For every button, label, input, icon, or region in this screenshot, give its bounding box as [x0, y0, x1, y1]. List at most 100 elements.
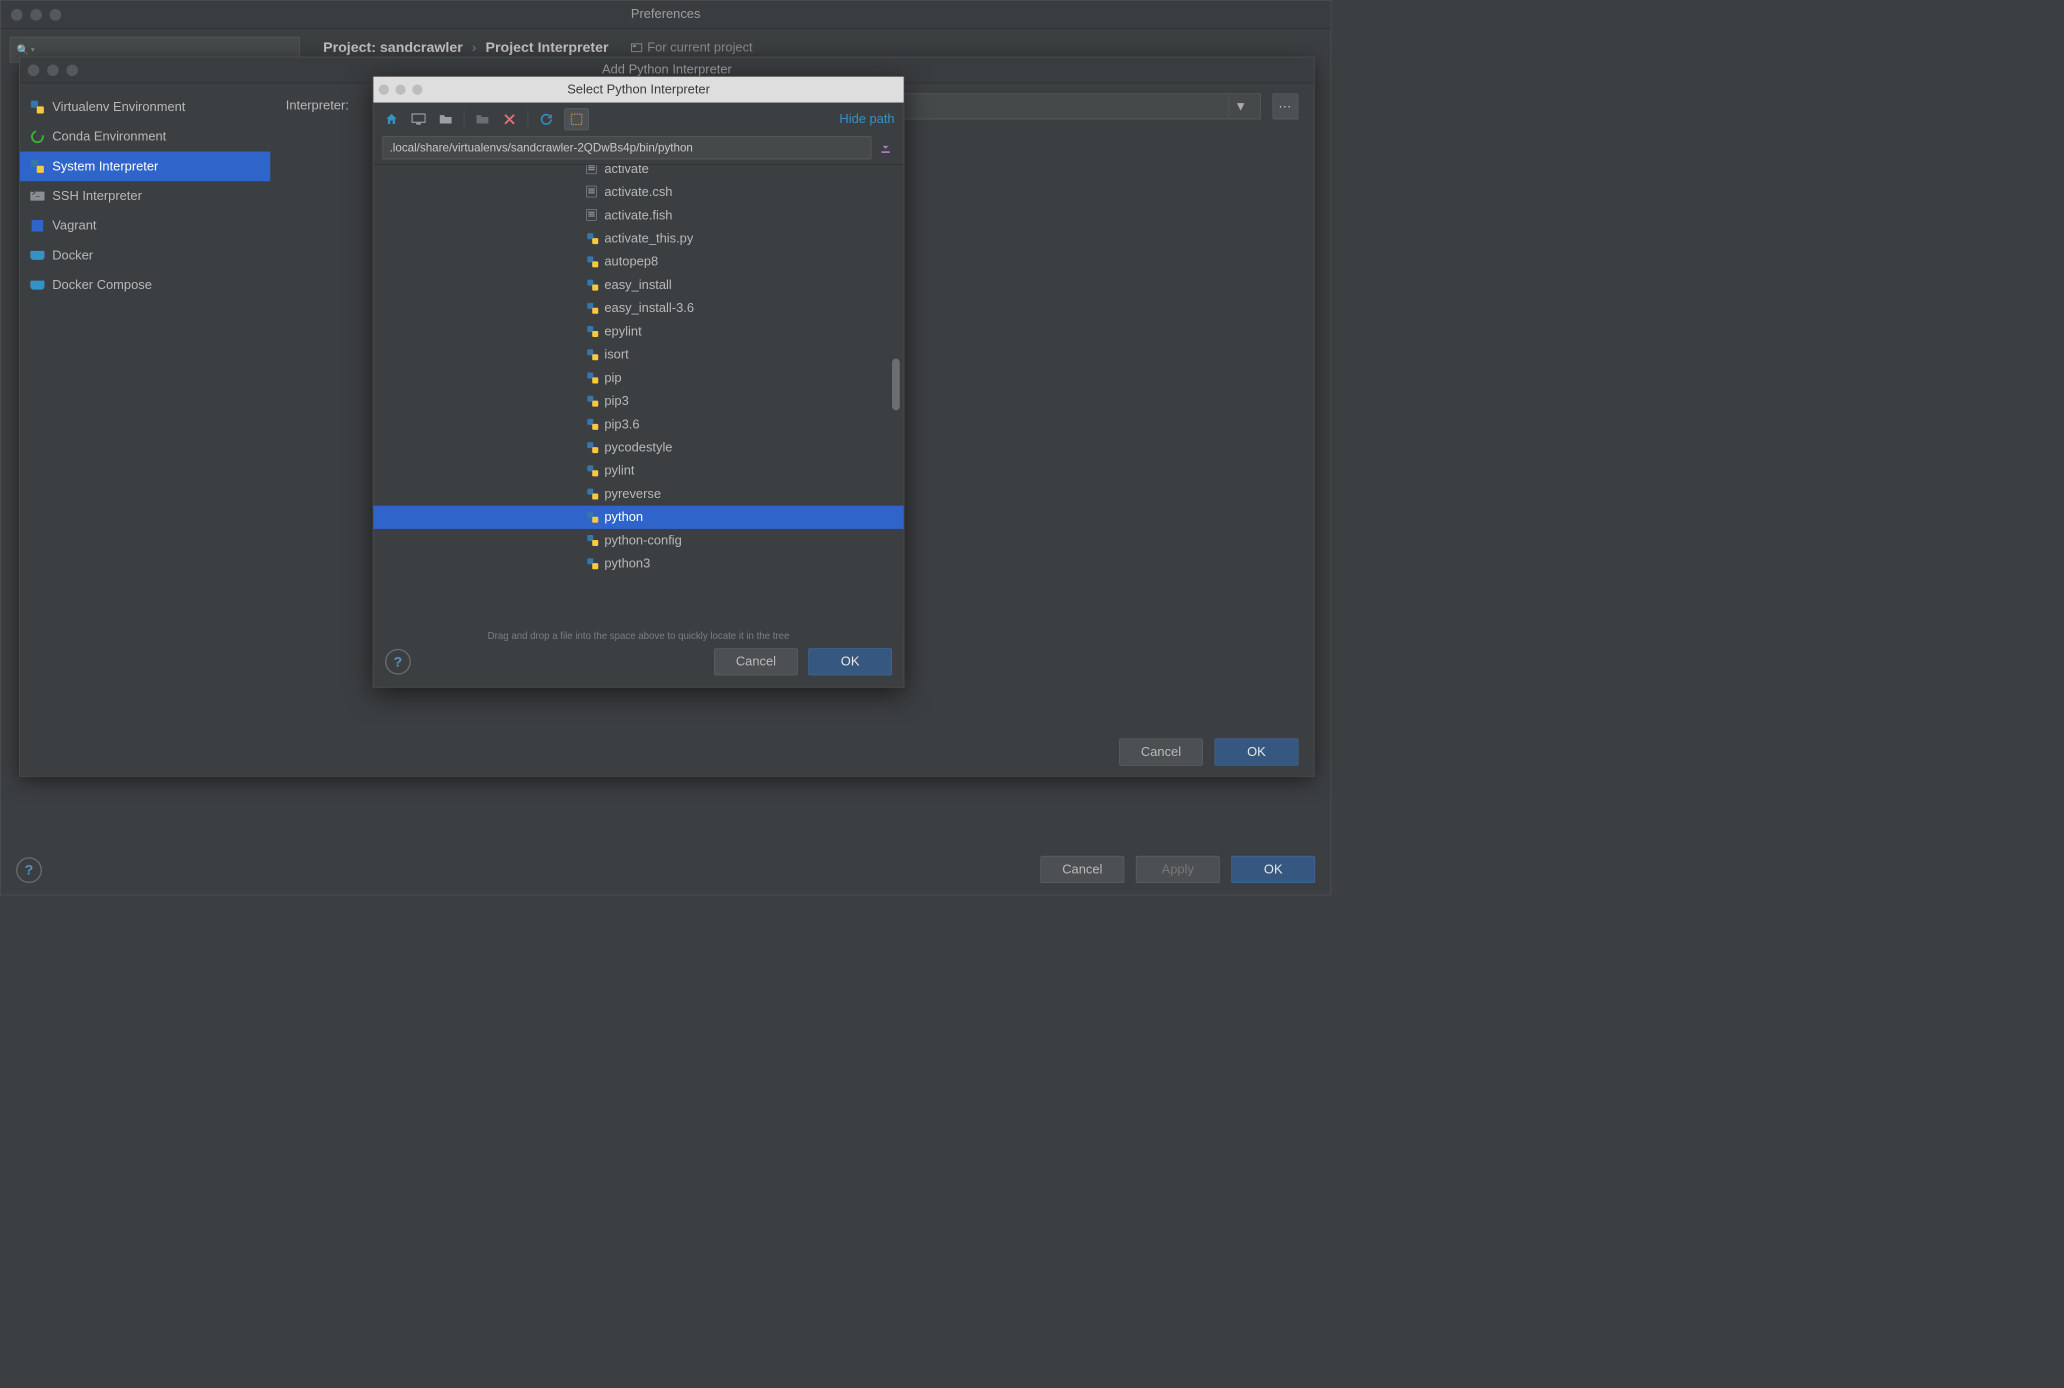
chevron-down-icon[interactable]: ▼ [1228, 94, 1253, 120]
file-tree-item[interactable]: pyreverse [373, 482, 903, 505]
toolbar-separator [528, 111, 529, 128]
help-button[interactable]: ? [385, 649, 411, 675]
python-file-icon [586, 232, 599, 245]
python-file-icon [586, 279, 599, 292]
ok-button[interactable]: OK [808, 648, 892, 675]
environment-option[interactable]: Docker [20, 241, 270, 271]
zoom-icon[interactable] [66, 64, 78, 76]
python-file-icon [586, 302, 599, 315]
select-interpreter-dialog: Select Python Interpreter Hide path . [373, 76, 904, 687]
python-file-icon [586, 395, 599, 408]
traffic-lights [1, 1, 72, 28]
docker-icon [30, 248, 44, 262]
zoom-icon[interactable] [412, 84, 422, 94]
environment-option-label: Vagrant [52, 218, 96, 233]
apply-button[interactable]: Apply [1136, 856, 1220, 883]
file-tree-item[interactable]: python-config [373, 529, 903, 552]
ok-button[interactable]: OK [1231, 856, 1315, 883]
environment-option[interactable]: System Interpreter [20, 152, 270, 182]
python-file-icon [586, 255, 599, 268]
file-tree-item-label: easy_install [604, 278, 671, 293]
file-tree-item-label: easy_install-3.6 [604, 301, 694, 316]
select-interpreter-title: Select Python Interpreter [567, 82, 710, 97]
environment-option-label: Virtualenv Environment [52, 100, 185, 115]
scrollbar-thumb[interactable] [892, 359, 900, 411]
scope-label: For current project [630, 40, 752, 55]
minimize-icon[interactable] [395, 84, 405, 94]
history-dropdown-icon[interactable] [877, 139, 895, 157]
select-interpreter-buttons: ? Cancel OK [373, 648, 903, 687]
ok-button[interactable]: OK [1215, 739, 1299, 766]
browse-button[interactable]: ⋯ [1273, 94, 1299, 120]
minimize-icon[interactable] [47, 64, 59, 76]
file-tree-item[interactable]: pycodestyle [373, 436, 903, 459]
breadcrumb-root[interactable]: Project: sandcrawler [323, 39, 463, 56]
help-button[interactable]: ? [16, 857, 42, 883]
file-tree[interactable]: activate activate.csh activate.fish activat… [373, 164, 903, 626]
cancel-button[interactable]: Cancel [1119, 739, 1203, 766]
project-icon[interactable] [437, 110, 455, 128]
file-tree-item-label: pycodestyle [604, 440, 672, 455]
python-file-icon [586, 418, 599, 431]
close-icon[interactable] [28, 64, 40, 76]
minimize-icon[interactable] [30, 9, 42, 21]
file-tree-item[interactable]: pip3.6 [373, 413, 903, 436]
file-tree-item[interactable]: activate.csh [373, 181, 903, 204]
file-tree-item[interactable]: activate.fish [373, 204, 903, 227]
file-tree-item-label: activate_this.py [604, 231, 693, 246]
docker-icon [30, 278, 44, 292]
file-tree-item[interactable]: python [373, 506, 903, 529]
environment-option[interactable]: Vagrant [20, 211, 270, 241]
new-folder-icon[interactable] [473, 110, 491, 128]
file-tree-item[interactable]: activate [373, 164, 903, 180]
python-file-icon [586, 372, 599, 385]
cancel-button[interactable]: Cancel [714, 648, 798, 675]
delete-icon[interactable] [501, 110, 519, 128]
breadcrumb-leaf: Project Interpreter [486, 39, 609, 56]
file-icon [586, 164, 599, 175]
file-tree-item[interactable]: epylint [373, 320, 903, 343]
environment-option[interactable]: Conda Environment [20, 122, 270, 152]
show-hidden-icon[interactable] [564, 108, 589, 130]
file-tree-item[interactable]: easy_install [373, 273, 903, 296]
python-file-icon [586, 325, 599, 338]
traffic-lights [20, 60, 86, 79]
file-tree-item-label: activate.csh [604, 185, 672, 200]
file-browser-toolbar: Hide path [373, 103, 903, 137]
file-tree-item[interactable]: autopep8 [373, 250, 903, 273]
home-icon[interactable] [382, 110, 400, 128]
environment-option-label: System Interpreter [52, 159, 158, 174]
environment-option-label: Conda Environment [52, 129, 166, 144]
environment-option-label: Docker [52, 248, 93, 263]
close-icon[interactable] [11, 9, 23, 21]
path-input[interactable]: .local/share/virtualenvs/sandcrawler-2QD… [382, 136, 871, 159]
environment-option[interactable]: SSH Interpreter [20, 181, 270, 211]
drag-drop-hint: Drag and drop a file into the space abov… [373, 627, 903, 648]
zoom-icon[interactable] [50, 9, 62, 21]
breadcrumb-separator-icon: › [472, 39, 477, 56]
file-tree-item[interactable]: pip3 [373, 390, 903, 413]
file-tree-item[interactable]: easy_install-3.6 [373, 297, 903, 320]
python-icon [30, 100, 44, 114]
file-tree-item[interactable]: pip [373, 366, 903, 389]
project-scope-icon [630, 42, 642, 54]
environment-option[interactable]: Virtualenv Environment [20, 92, 270, 122]
environment-option[interactable]: Docker Compose [20, 270, 270, 300]
refresh-icon[interactable] [537, 110, 555, 128]
cancel-button[interactable]: Cancel [1040, 856, 1124, 883]
file-tree-item-label: activate [604, 164, 648, 176]
file-tree-item[interactable]: isort [373, 343, 903, 366]
select-interpreter-titlebar: Select Python Interpreter [373, 77, 903, 103]
hide-path-link[interactable]: Hide path [839, 112, 894, 127]
file-tree-item[interactable]: python3 [373, 552, 903, 575]
file-tree-item-label: python3 [604, 556, 650, 571]
close-icon[interactable] [379, 84, 389, 94]
file-tree-item-label: activate.fish [604, 208, 672, 223]
file-tree-item[interactable]: activate_this.py [373, 227, 903, 250]
file-tree-item[interactable]: pylint [373, 459, 903, 482]
python-file-icon [586, 441, 599, 454]
desktop-icon[interactable] [410, 110, 428, 128]
environment-type-list: Virtualenv Environment Conda Environment S… [20, 83, 270, 731]
python-file-icon [586, 488, 599, 501]
interpreter-field-label: Interpreter: [286, 94, 376, 114]
